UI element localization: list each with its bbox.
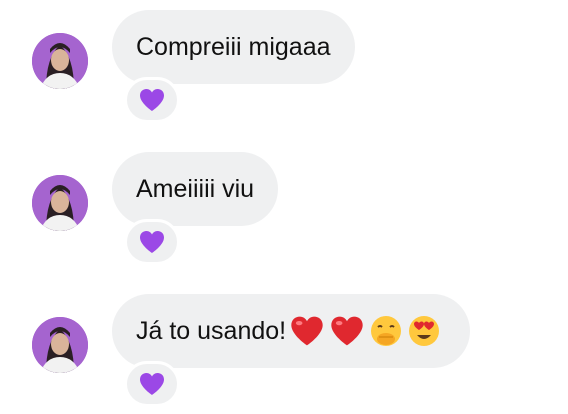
message-text: Ameiiiii viu xyxy=(136,174,255,203)
red-heart-icon xyxy=(331,316,363,346)
avatar[interactable] xyxy=(32,33,88,89)
message-row: Ameiiiii viu xyxy=(0,142,568,272)
purple-heart-icon xyxy=(140,231,164,253)
avatar[interactable] xyxy=(32,317,88,373)
reaction-badge[interactable] xyxy=(124,77,180,123)
message-row: Compreiii migaaa xyxy=(0,0,568,130)
message-bubble[interactable]: Compreiii migaaa xyxy=(112,10,355,84)
reaction-badge[interactable] xyxy=(124,219,180,265)
purple-heart-icon xyxy=(140,373,164,395)
message-bubble[interactable]: Já to usando! xyxy=(112,294,471,368)
profile-photo-icon xyxy=(32,317,88,373)
hand-over-mouth-face-icon xyxy=(371,316,402,346)
emoji-group xyxy=(290,315,446,347)
purple-heart-icon xyxy=(140,89,164,111)
heart-eyes-face-icon xyxy=(409,316,440,346)
message-bubble[interactable]: Ameiiiii viu xyxy=(112,152,279,226)
red-heart-icon xyxy=(291,316,323,346)
message-text: Já to usando! xyxy=(136,316,287,345)
avatar[interactable] xyxy=(32,175,88,231)
profile-photo-icon xyxy=(32,33,88,89)
message-text: Compreiii migaaa xyxy=(136,32,331,61)
profile-photo-icon xyxy=(32,175,88,231)
message-row: Já to usando! xyxy=(0,284,568,414)
reaction-badge[interactable] xyxy=(124,361,180,407)
